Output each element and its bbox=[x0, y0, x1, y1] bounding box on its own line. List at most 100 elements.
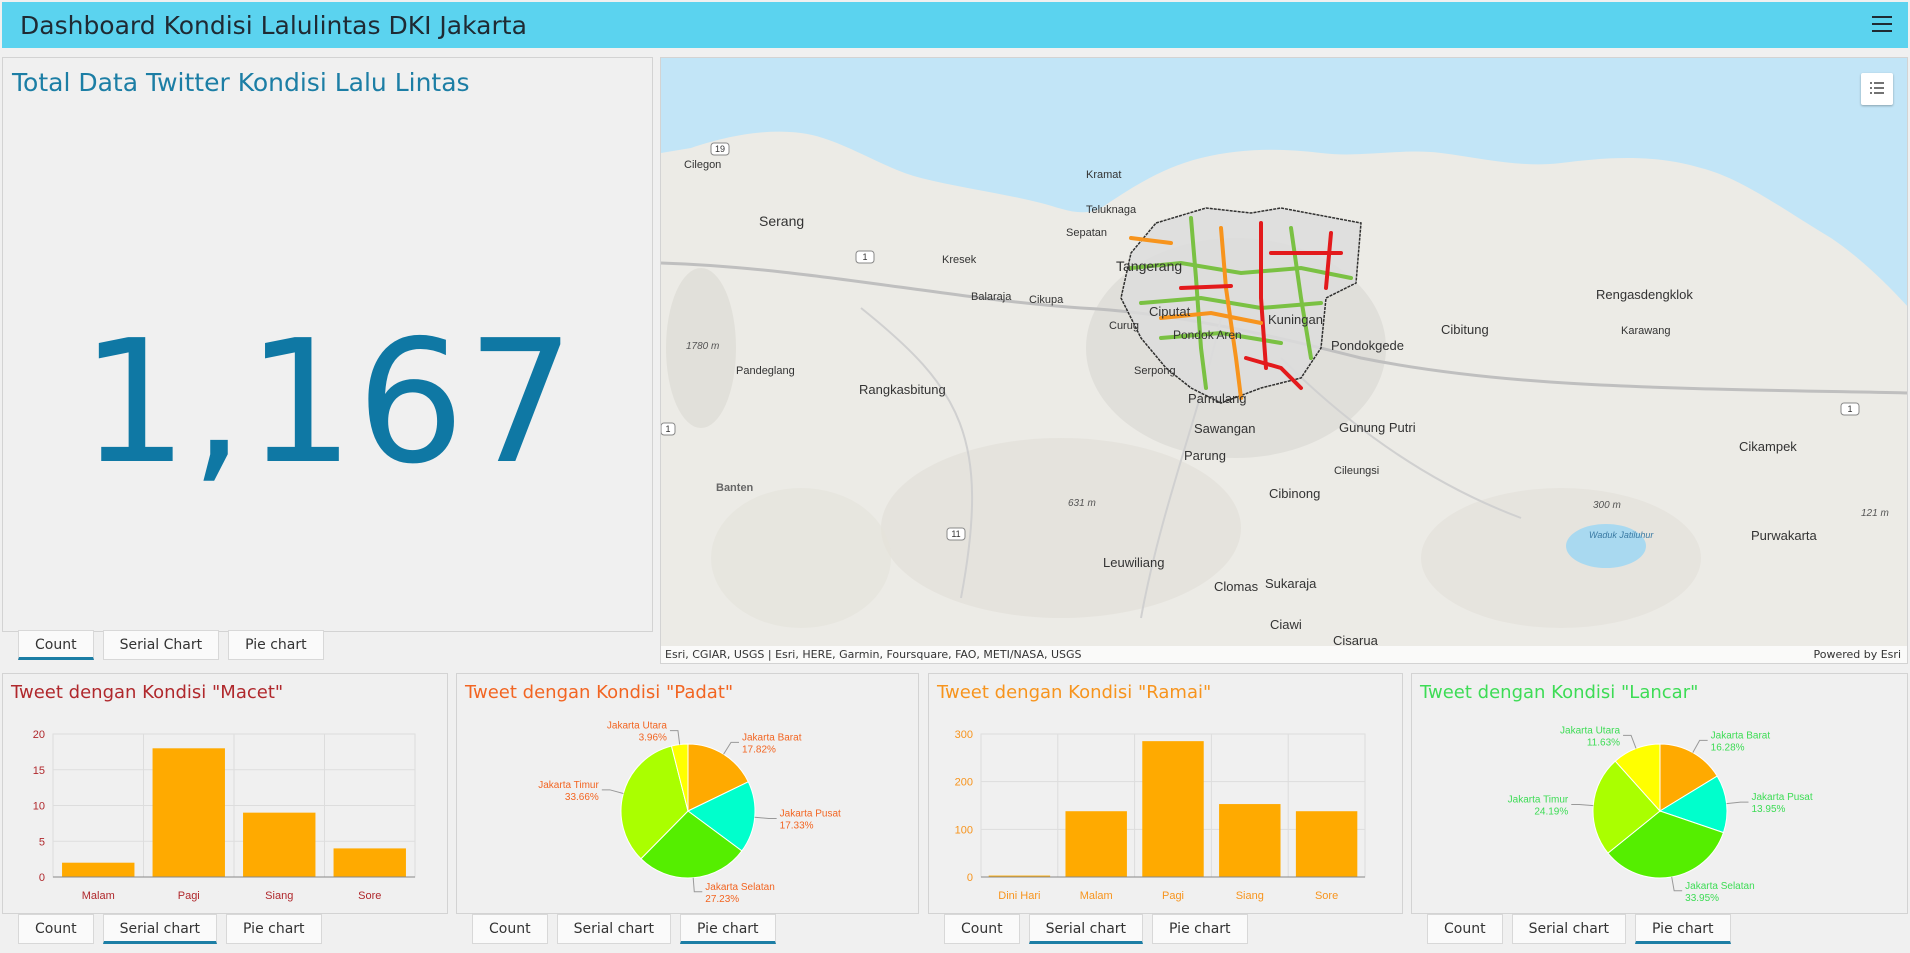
map-label: Kresek bbox=[942, 254, 977, 266]
bar[interactable] bbox=[62, 862, 135, 877]
macet-panel: Tweet dengan Kondisi "Macet" 0 5 10 15 20 Mal… bbox=[2, 673, 448, 914]
tab-pie-chart[interactable]: Pie chart bbox=[228, 630, 324, 660]
padat-panel: Tweet dengan Kondisi "Padat" Jakarta Bar… bbox=[456, 673, 919, 914]
map-label: Sawangan bbox=[1194, 421, 1255, 436]
map-elevation: 1780 m bbox=[686, 341, 719, 352]
bar[interactable] bbox=[1142, 741, 1204, 877]
pie-label-name: Jakarta Selatan bbox=[1685, 881, 1755, 892]
tab-pie-chart[interactable]: Pie chart bbox=[226, 914, 322, 944]
total-count-panel: Total Data Twitter Kondisi Lalu Lintas 1… bbox=[2, 57, 653, 632]
y-tick-label: 20 bbox=[33, 729, 45, 741]
tab-count[interactable]: Count bbox=[18, 630, 94, 660]
bar[interactable] bbox=[333, 848, 406, 877]
bar[interactable] bbox=[243, 812, 316, 877]
ramai-panel: Tweet dengan Kondisi "Ramai" 0 100 200 300 D… bbox=[928, 673, 1403, 914]
pie-leader-line bbox=[1571, 804, 1594, 807]
macet-tabs: Count Serial chart Pie chart bbox=[18, 914, 331, 944]
map-canvas[interactable]: Cilegon Serang Kramat Teluknaga Sepatan … bbox=[661, 58, 1908, 664]
bar[interactable] bbox=[1295, 811, 1358, 877]
y-tick-label: 0 bbox=[967, 872, 973, 884]
map-label: Waduk Jatiluhur bbox=[1589, 530, 1654, 540]
tab-serial-chart[interactable]: Serial chart bbox=[102, 914, 218, 944]
count-title: Total Data Twitter Kondisi Lalu Lintas bbox=[12, 68, 470, 97]
lancar-tabs: Count Serial chart Pie chart bbox=[1427, 914, 1740, 944]
pie-label-name: Jakarta Pusat bbox=[780, 809, 841, 820]
pie-leader-line bbox=[601, 789, 624, 794]
pie-leader-line bbox=[1623, 734, 1637, 749]
pie-leader-line bbox=[723, 741, 740, 755]
tab-count[interactable]: Count bbox=[944, 914, 1020, 944]
road-shield: 1 bbox=[665, 424, 670, 434]
tab-serial-chart[interactable]: Serial chart bbox=[1511, 914, 1627, 944]
tab-pie-chart[interactable]: Pie chart bbox=[680, 914, 776, 944]
map-attribution: Esri, CGIAR, USGS | Esri, HERE, Garmin, … bbox=[661, 646, 1907, 663]
count-panel-tabs: Count Serial Chart Pie chart bbox=[18, 630, 333, 660]
map-label: Pandeglang bbox=[736, 365, 795, 377]
pie-leader-line bbox=[1726, 801, 1749, 805]
map-label: Pondok Aren bbox=[1173, 328, 1242, 342]
pie-label-pct: 16.28% bbox=[1711, 742, 1745, 753]
map-label: Tangerang bbox=[1116, 258, 1182, 274]
x-tick-label: Malam bbox=[1080, 890, 1113, 902]
pie-label-pct: 33.66% bbox=[565, 792, 599, 803]
pie-label-name: Jakarta Selatan bbox=[705, 882, 775, 893]
tab-pie-chart[interactable]: Pie chart bbox=[1635, 914, 1731, 944]
legend-list-icon[interactable] bbox=[1861, 73, 1893, 105]
tab-count[interactable]: Count bbox=[1427, 914, 1503, 944]
x-tick-label: Pagi bbox=[178, 890, 200, 902]
tab-serial-chart[interactable]: Serial Chart bbox=[102, 630, 220, 660]
bar[interactable] bbox=[1219, 804, 1281, 877]
tab-serial-chart[interactable]: Serial chart bbox=[1028, 914, 1144, 944]
pie-label-pct: 11.63% bbox=[1587, 737, 1620, 748]
padat-tabs: Count Serial chart Pie chart bbox=[472, 914, 785, 944]
lancar-pie-chart: Jakarta Barat16.28% Jakarta Pusat13.95% Ja… bbox=[1508, 725, 1813, 903]
pie-label-pct: 17.33% bbox=[780, 821, 814, 832]
map-label: Cileungsi bbox=[1334, 465, 1379, 477]
pie-leader-line bbox=[754, 816, 777, 820]
y-tick-label: 0 bbox=[39, 872, 45, 884]
map-label: Sukaraja bbox=[1265, 576, 1317, 591]
map-label: Kuningan bbox=[1268, 312, 1323, 327]
bar[interactable] bbox=[1065, 811, 1127, 877]
map-panel[interactable]: Cilegon Serang Kramat Teluknaga Sepatan … bbox=[660, 57, 1908, 664]
tab-count[interactable]: Count bbox=[18, 914, 94, 944]
map-label: Karawang bbox=[1621, 325, 1671, 337]
x-tick-label: Sore bbox=[1315, 890, 1338, 902]
tab-serial-chart[interactable]: Serial chart bbox=[556, 914, 672, 944]
map-label: Cikupa bbox=[1029, 294, 1064, 306]
powered-by-esri[interactable]: Powered by Esri bbox=[1813, 646, 1901, 663]
y-tick-label: 200 bbox=[955, 777, 973, 789]
map-elevation: 300 m bbox=[1593, 500, 1621, 511]
tab-pie-chart[interactable]: Pie chart bbox=[1152, 914, 1248, 944]
map-label: Purwakarta bbox=[1751, 528, 1818, 543]
pie-leader-line bbox=[669, 730, 681, 745]
y-tick-label: 5 bbox=[39, 836, 45, 848]
map-label: Leuwiliang bbox=[1103, 555, 1164, 570]
map-label: Serpong bbox=[1134, 365, 1176, 377]
x-tick-label: Dini Hari bbox=[998, 890, 1040, 902]
y-tick-label: 300 bbox=[955, 729, 973, 741]
map-label: Banten bbox=[716, 482, 754, 494]
pie-label-name: Jakarta Pusat bbox=[1752, 792, 1813, 803]
map-label: Cilegon bbox=[684, 159, 721, 171]
map-label: Cibitung bbox=[1441, 322, 1489, 337]
pie-label-pct: 3.96% bbox=[639, 733, 667, 744]
bar[interactable] bbox=[152, 748, 225, 877]
map-label: Clomas bbox=[1214, 579, 1259, 594]
map-label: Ciputat bbox=[1149, 304, 1191, 319]
x-tick-label: Sore bbox=[358, 890, 381, 902]
pie-label-name: Jakarta Barat bbox=[742, 732, 802, 743]
map-label: Sepatan bbox=[1066, 227, 1107, 239]
hamburger-menu-icon[interactable] bbox=[1872, 16, 1892, 34]
tab-count[interactable]: Count bbox=[472, 914, 548, 944]
y-tick-label: 100 bbox=[955, 824, 973, 836]
map-elevation: 631 m bbox=[1068, 498, 1096, 509]
pie-label-name: Jakarta Utara bbox=[607, 721, 667, 732]
pie-label-pct: 27.23% bbox=[705, 894, 739, 905]
road-shield: 1 bbox=[862, 252, 867, 262]
ramai-bar-chart: 0 100 200 300 Dini Hari Malam Pagi Siang Sore bbox=[955, 729, 1366, 902]
road-shield: 19 bbox=[715, 144, 725, 154]
map-label: Serang bbox=[759, 213, 804, 229]
map-label: Pondokgede bbox=[1331, 338, 1404, 353]
y-tick-label: 10 bbox=[33, 801, 45, 813]
